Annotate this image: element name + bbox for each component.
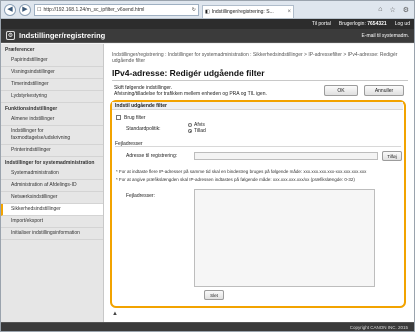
star-icon[interactable]: ☆ [387, 6, 397, 14]
copyright: Copyright CANON INC. 2015 [349, 325, 408, 330]
description-line-2: Afvisning/tilladelse for trafikken melle… [114, 91, 267, 97]
sidebar: Præferencer Papirindstillinger Visningsind… [1, 44, 104, 331]
content-area: Præferencer Papirindstillinger Visningsind… [1, 44, 414, 331]
sidebar-item[interactable]: Visningsindstillinger [1, 67, 103, 79]
use-filter-checkbox[interactable] [116, 115, 121, 120]
close-tab-icon[interactable]: × [287, 9, 291, 15]
sidebar-item[interactable]: Systemadministration [1, 168, 103, 180]
cancel-button[interactable]: Annuller [364, 85, 404, 96]
sidebar-section-title: Funktionsindstillinger [5, 106, 58, 112]
back-icon[interactable]: ◀ [4, 3, 16, 16]
page-icon: ☐ [37, 6, 42, 13]
exceptions-listbox[interactable] [194, 189, 375, 287]
browser-toolbar: ◀ ▶ ☐ http://192.168.1.24/m_sc_ipfilter_… [1, 1, 414, 19]
description: Skift følgende indstillinger. Afvisning/… [114, 85, 314, 97]
address-input[interactable] [194, 152, 378, 160]
sidebar-item[interactable]: Papirindstillinger [1, 55, 103, 67]
exceptions-label: Fejladresser: [126, 193, 155, 199]
home-icon[interactable]: ⌂ [376, 6, 384, 13]
scroll-top-icon[interactable]: ▲ [112, 311, 118, 317]
sidebar-section-title: Indstillinger for systemadministration [5, 160, 95, 166]
logout-link[interactable]: Log ud [395, 21, 410, 27]
allow-label: Tillad [194, 128, 206, 134]
url-text: http://192.168.1.24/m_sc_ipfilter_v6send… [43, 6, 145, 13]
footer: Copyright CANON INC. 2015 [1, 322, 414, 331]
header: ⚙ Indstillinger/registrering E-mail til … [1, 29, 414, 43]
sidebar-item[interactable]: Administration af Afdelings-ID [1, 180, 103, 192]
ok-button[interactable]: OK [324, 85, 358, 96]
sidebar-item[interactable]: Indstillinger for faxmodtagelse/udskrivn… [1, 126, 103, 145]
refresh-icon[interactable]: ↻ [192, 7, 196, 13]
use-filter-label: Brug filter [124, 115, 146, 121]
settings-icon: ⚙ [6, 31, 15, 40]
standard-policy-label: Standardpolitik: [126, 126, 161, 132]
forward-icon[interactable]: ▶ [19, 3, 31, 16]
sidebar-item[interactable]: Netværksindstillinger [1, 192, 103, 204]
tab-title: Indstillinger/registrering: S... [211, 9, 274, 15]
allow-radio[interactable] [188, 129, 192, 133]
sidebar-item[interactable]: Initialiser indstillingsinformation [1, 228, 103, 240]
sidebar-section-title: Præferencer [5, 47, 35, 53]
title-divider [112, 80, 408, 81]
user-info: Brugerlogin: 7654321 [338, 21, 387, 27]
tab-icon: ◧ [205, 9, 210, 15]
header-title: Indstillinger/registrering [19, 31, 106, 40]
breadcrumb: Indstillinger/registrering : Indstilling… [112, 52, 398, 64]
sidebar-item[interactable]: Import/eksport [1, 216, 103, 228]
note-range: * For at indtaste flere IP-adresser på s… [116, 169, 367, 174]
panel-title: Indstil udgående filter [112, 102, 403, 110]
address-label: Adresse til registrering: [126, 153, 178, 159]
email-admin-link[interactable]: E-mail til systemadm. [361, 33, 409, 39]
add-button[interactable]: Tilføj [382, 151, 402, 161]
sidebar-item[interactable]: Lydstyrkestyring [1, 91, 103, 103]
page-title: IPv4-adresse: Redigér udgående filter [112, 68, 265, 78]
sidebar-item[interactable]: Almene indstillinger [1, 114, 103, 126]
top-bar: Til portal Brugerlogin: 7654321 Log ud [1, 19, 414, 29]
sidebar-item[interactable]: Timerindstillinger [1, 79, 103, 91]
note-prefix: * For at angive præfikslængden skal IP-a… [116, 177, 355, 182]
address-bar[interactable]: ☐ http://192.168.1.24/m_sc_ipfilter_v6se… [34, 3, 199, 16]
portal-link[interactable]: Til portal [312, 21, 331, 27]
sidebar-item[interactable]: Sikkerhedsindstillinger [1, 204, 103, 216]
reject-radio[interactable] [188, 123, 192, 127]
main-panel: Indstillinger/registrering : Indstilling… [104, 44, 414, 331]
browser-window: ◀ ▶ ☐ http://192.168.1.24/m_sc_ipfilter_… [0, 0, 415, 332]
sidebar-item[interactable]: Printerindstillinger [1, 145, 103, 157]
exceptions-heading: Fejladresser [115, 141, 401, 147]
gear-icon[interactable]: ⚙ [401, 6, 411, 14]
browser-tab[interactable]: ◧ Indstillinger/registrering: S... × [202, 5, 294, 18]
delete-button[interactable]: Slet [204, 290, 224, 300]
